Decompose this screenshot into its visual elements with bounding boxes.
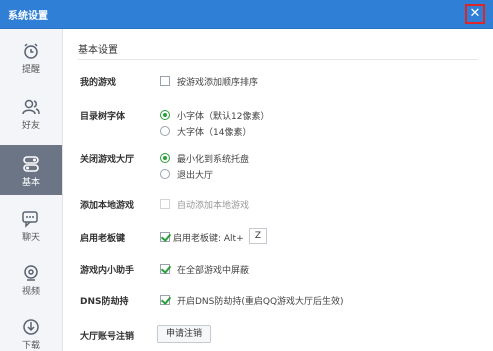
window-title: 系统设置: [8, 11, 48, 22]
large-font-label: 大字体（14像素）: [177, 128, 252, 138]
sort-by-add-order-checkbox[interactable]: [160, 76, 170, 86]
boss-key-label: 启用老板键: [80, 234, 126, 244]
sidebar-item-download[interactable]: 下载: [0, 311, 62, 351]
block-in-all-games-checkbox[interactable]: [160, 264, 170, 274]
sidebar-item-basic[interactable]: 基本: [0, 145, 62, 195]
enable-dns-protection-checkbox[interactable]: [160, 295, 170, 305]
my-games-label: 我的游戏: [80, 78, 117, 88]
enable-dns-protection-option-label: 开启DNS防劫持(重启QQ游戏大厅后生效): [177, 297, 344, 307]
sidebar-item-chat[interactable]: 聊天: [0, 203, 62, 251]
in-game-helper-label: 游戏内小助手: [80, 266, 135, 276]
enable-boss-key-checkbox[interactable]: [160, 232, 170, 242]
boss-key-input[interactable]: Z: [249, 228, 267, 244]
enable-boss-key-option-label: 启用老板键: Alt+: [173, 234, 244, 244]
sidebar-item-label: 视频: [21, 287, 40, 297]
auto-add-local-games-checkbox[interactable]: [160, 199, 170, 209]
dns-protection-label: DNS防劫持: [80, 297, 129, 307]
apply-cancellation-button[interactable]: 申请注销: [157, 325, 212, 343]
add-local-games-label: 添加本地游戏: [80, 201, 135, 211]
sidebar-item-friends[interactable]: 好友: [0, 91, 62, 139]
friends-icon: [22, 99, 40, 115]
sidebar-item-label: 提醒: [21, 65, 40, 75]
minimize-to-tray-radio[interactable]: [160, 153, 170, 163]
exit-hall-radio[interactable]: [160, 169, 170, 179]
close-button[interactable]: ✕: [465, 4, 485, 24]
sidebar-item-label: 聊天: [21, 233, 40, 243]
sidebar-item-reminder[interactable]: 提醒: [0, 35, 62, 83]
small-font-radio[interactable]: [160, 110, 170, 120]
block-in-all-games-label: 在全部游戏中屏蔽: [177, 266, 250, 276]
auto-add-local-games-label: 自动添加本地游戏: [177, 201, 250, 211]
alarm-clock-icon: [24, 43, 38, 59]
close-hall-label: 关闭游戏大厅: [80, 155, 135, 165]
sidebar: 提醒 好友 基本 聊天 视频 下载: [0, 29, 63, 351]
sidebar-item-label: 好友: [21, 121, 40, 131]
basic-settings-icon: [23, 156, 39, 172]
account-cancellation-label: 大厅账号注销: [80, 332, 135, 342]
settings-panel: 基本设置 我的游戏 按游戏添加顺序排序 目录树字体 小字体（默认12像素） 大字…: [63, 29, 493, 351]
section-title: 基本设置: [78, 45, 118, 56]
sort-by-add-order-label: 按游戏添加顺序排序: [177, 78, 259, 88]
small-font-label: 小字体（默认12像素）: [177, 112, 270, 122]
section-divider: [78, 59, 478, 60]
title-bar: 系统设置 ✕: [0, 0, 493, 29]
sidebar-item-video[interactable]: 视频: [0, 257, 62, 305]
sidebar-item-label: 下载: [21, 341, 40, 351]
settings-window: 系统设置 ✕ 提醒 好友 基本 聊天 视频 下载 基本设置 我的游戏 按游戏添加…: [0, 0, 493, 351]
exit-hall-label: 退出大厅: [177, 171, 214, 181]
tree-font-label: 目录树字体: [80, 112, 126, 122]
download-icon: [23, 319, 39, 335]
large-font-radio[interactable]: [160, 126, 170, 136]
minimize-to-tray-label: 最小化到系统托盘: [177, 155, 250, 165]
chat-icon: [22, 211, 38, 228]
sidebar-item-label: 基本: [21, 178, 40, 188]
video-icon: [24, 265, 38, 281]
